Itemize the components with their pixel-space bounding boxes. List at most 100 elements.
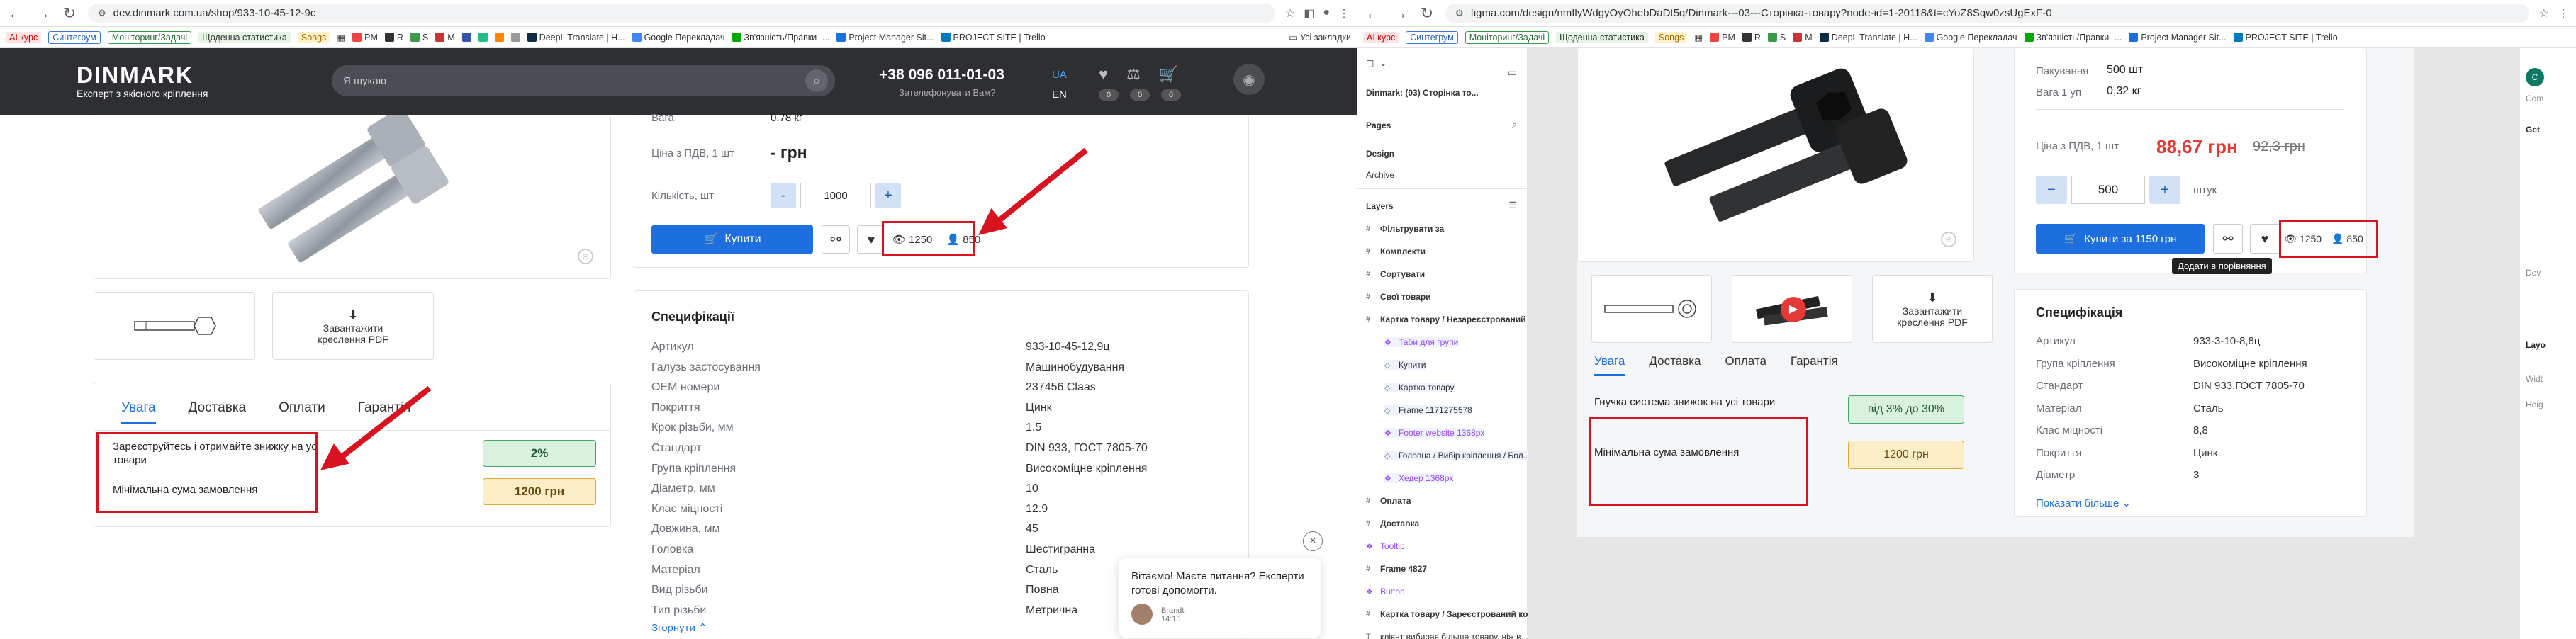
menu-icon[interactable]: ⋮: [1338, 6, 1350, 21]
file-title[interactable]: Dinmark: (03) Сторінка то...: [1366, 88, 1479, 98]
callback-link[interactable]: Зателефонувати Вам?: [899, 87, 995, 98]
site-info-icon[interactable]: ⚙: [1455, 8, 1464, 19]
bookmark[interactable]: DeepL Translate | H...: [527, 33, 625, 43]
forward-icon[interactable]: →: [34, 4, 51, 23]
layer-item[interactable]: ❖ Tooltip: [1366, 541, 1405, 551]
search-input[interactable]: Я шукаю ⌕: [332, 65, 835, 96]
bookmark[interactable]: Songs: [297, 31, 330, 43]
all-bookmarks[interactable]: ▭ Усі закладки: [1289, 32, 1351, 43]
layer-item[interactable]: ◇ Frame 1171275578: [1384, 405, 1472, 415]
cart-icon[interactable]: 🛒: [1159, 65, 1178, 84]
tab-attention[interactable]: Увага: [121, 400, 156, 424]
user-avatar[interactable]: С: [2526, 68, 2544, 86]
bookmark[interactable]: Моніторинг/Задачі: [107, 30, 192, 44]
bookmark[interactable]: Щоденна статистика: [198, 31, 291, 43]
layer-item[interactable]: # Свої товари: [1366, 292, 1431, 302]
layer-item[interactable]: # Сортувати: [1366, 269, 1425, 279]
back-icon[interactable]: ←: [1365, 4, 1382, 23]
bookmark[interactable]: Синтегрум: [1406, 30, 1458, 44]
reload-icon[interactable]: ↻: [1418, 4, 1435, 23]
design-frame[interactable]: ⊕ ▶ ⬇ Завантажити креслення PDF Увага До…: [1577, 48, 2414, 537]
buy-button[interactable]: 🛒 Купити за 1150 грн: [2036, 224, 2205, 254]
address-bar[interactable]: ⚙ figma.com/design/nmIlyWdgyOyOhebDaDt5q…: [1445, 3, 2529, 23]
figma-menu-icon[interactable]: ◫ ⌄: [1366, 58, 1387, 68]
bookmark-icon[interactable]: [510, 33, 520, 42]
play-icon[interactable]: ▶: [1781, 297, 1806, 322]
star-icon[interactable]: ☆: [2539, 6, 2549, 21]
close-chat-icon[interactable]: ×: [1303, 531, 1323, 551]
layer-item[interactable]: # Фільтрувати за: [1366, 224, 1444, 234]
bookmark-folder-icon[interactable]: ▦: [337, 32, 345, 43]
qty-input[interactable]: 1000: [800, 183, 871, 208]
layer-item[interactable]: ◇ Головна / Вибір кріплення / Бол...: [1384, 451, 1530, 460]
layer-item[interactable]: ◇ Картка товару: [1384, 383, 1455, 392]
collapse-link[interactable]: Згорнути ⌃: [651, 621, 707, 634]
layer-item[interactable]: # Картка товару / Зареєстрований кор...: [1366, 609, 1540, 619]
bookmark[interactable]: R: [384, 33, 403, 43]
layer-item[interactable]: ❖ Button: [1366, 587, 1405, 596]
tab-payment[interactable]: Оплати: [279, 400, 325, 424]
bookmark-icon[interactable]: [494, 33, 504, 42]
bookmark[interactable]: Project Manager Sit...: [836, 33, 934, 43]
thumbnail-drawing[interactable]: [94, 292, 255, 360]
qty-input[interactable]: 500: [2071, 176, 2145, 204]
bookmark[interactable]: R: [1742, 33, 1761, 43]
bookmark-icon[interactable]: [461, 33, 471, 42]
bookmark[interactable]: Google Перекладач: [632, 33, 725, 43]
video-thumbnail[interactable]: ▶: [1732, 275, 1852, 343]
forward-icon[interactable]: →: [1391, 4, 1409, 23]
reload-icon[interactable]: ↻: [61, 4, 78, 23]
layer-item[interactable]: # Оплата: [1366, 496, 1411, 506]
layer-item[interactable]: ❖ Таби для групи: [1384, 337, 1459, 347]
bookmark[interactable]: M: [435, 33, 455, 43]
star-icon[interactable]: ☆: [1285, 6, 1295, 21]
address-bar[interactable]: ⚙ dev.dinmark.com.ua/shop/933-10-45-12-9…: [88, 3, 1275, 23]
back-icon[interactable]: ←: [7, 4, 24, 23]
user-icon[interactable]: ◉: [1233, 64, 1265, 95]
tab-payment[interactable]: Оплата: [1725, 354, 1766, 376]
extension-icon[interactable]: ◧: [1304, 6, 1314, 21]
search-icon[interactable]: ⌕: [805, 69, 828, 92]
download-pdf-button[interactable]: ⬇ Завантажити креслення PDF: [1872, 275, 1993, 343]
tab-delivery[interactable]: Доставка: [1649, 354, 1701, 376]
bookmark-folder-icon[interactable]: ▦: [1694, 32, 1703, 43]
profile-icon[interactable]: ●: [1323, 6, 1330, 21]
bookmark[interactable]: Зв'язність/Правки -...: [732, 33, 829, 43]
bookmark[interactable]: Songs: [1654, 31, 1688, 43]
lang-en[interactable]: EN: [1052, 85, 1067, 105]
layer-item[interactable]: # Картка товару / Незареєстрований ко...: [1366, 315, 1545, 324]
favorite-button[interactable]: ♥: [2250, 224, 2280, 254]
bookmark[interactable]: Project Manager Sit...: [2129, 33, 2227, 43]
layers-collapse-icon[interactable]: ☰: [1508, 200, 1517, 211]
layer-item[interactable]: # Комплекти: [1366, 247, 1426, 256]
qty-plus-button[interactable]: +: [2149, 176, 2180, 204]
panel-toggle-icon[interactable]: ▭: [1508, 67, 1517, 79]
search-icon[interactable]: ⌕: [1512, 119, 1517, 130]
zoom-icon[interactable]: ⊕: [578, 249, 593, 264]
figma-canvas[interactable]: ⊕ ▶ ⬇ Завантажити креслення PDF Увага До…: [1528, 48, 2519, 639]
download-pdf-button[interactable]: ⬇ Завантажити креслення PDF: [272, 292, 434, 360]
bookmark[interactable]: PM: [352, 33, 378, 43]
bookmark[interactable]: AI курс: [1363, 31, 1399, 43]
layer-item[interactable]: ◇ Купити: [1384, 360, 1426, 370]
bookmark[interactable]: PM: [1710, 33, 1735, 43]
thumbnail-drawing[interactable]: [1591, 275, 1712, 343]
layer-item[interactable]: # Доставка: [1366, 519, 1419, 528]
bookmark[interactable]: S: [1767, 33, 1786, 43]
layer-item[interactable]: ❖ Хедер 1368px: [1384, 473, 1454, 483]
zoom-icon[interactable]: ⊕: [1941, 232, 1956, 247]
bookmark-icon[interactable]: [478, 33, 488, 42]
tab-attention[interactable]: Увага: [1594, 354, 1625, 376]
buy-button[interactable]: 🛒 Купити: [651, 225, 813, 254]
compare-icon[interactable]: ⚖: [1126, 65, 1141, 84]
bookmark[interactable]: PROJECT SITE | Trello: [2233, 33, 2338, 43]
compare-button[interactable]: ⚯: [2213, 224, 2243, 254]
chat-widget[interactable]: Вітаємо! Маєте питання? Експерти готові …: [1119, 558, 1321, 638]
qty-minus-button[interactable]: −: [2036, 176, 2067, 204]
compare-button[interactable]: ⚯: [822, 225, 850, 254]
qty-minus-button[interactable]: -: [771, 183, 796, 208]
show-more-link[interactable]: Показати більше ⌄: [2036, 497, 2131, 509]
bookmark[interactable]: Щоденна статистика: [1556, 31, 1648, 43]
tab-warranty[interactable]: Гарантія: [1791, 354, 1838, 376]
heart-icon[interactable]: ♥: [1099, 65, 1108, 84]
